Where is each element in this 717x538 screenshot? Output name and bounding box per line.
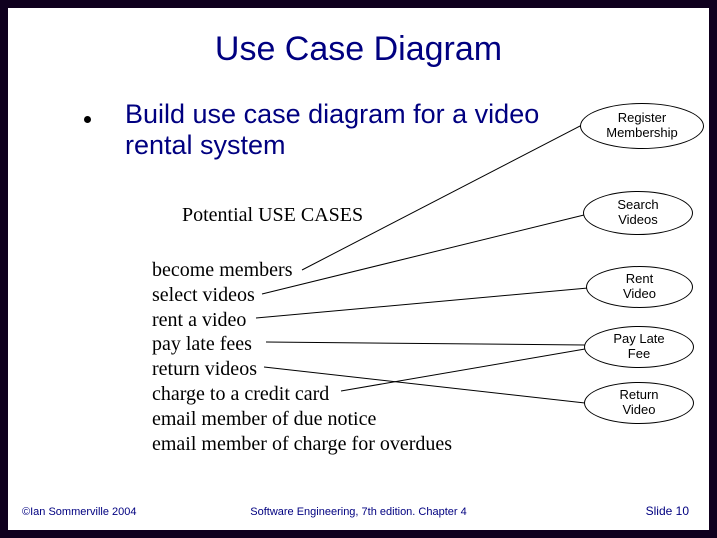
- bubble-line: Return: [619, 387, 658, 402]
- bubble-line: Video: [623, 286, 656, 301]
- bubble-line: Rent: [626, 271, 653, 286]
- list-item: email member of due notice: [152, 407, 452, 432]
- footer-source: Software Engineering, 7th edition. Chapt…: [8, 506, 709, 518]
- footer-slide-number: Slide 10: [646, 504, 689, 518]
- use-case-bubble-search-videos: Search Videos: [583, 191, 693, 235]
- bubble-line: Video: [622, 402, 655, 417]
- bubble-line: Videos: [618, 212, 658, 227]
- list-item: return videos: [152, 357, 452, 382]
- bubble-line: Membership: [606, 125, 678, 140]
- use-case-bubble-return-video: Return Video: [584, 382, 694, 424]
- list-item: pay late fees: [152, 332, 452, 357]
- bullet-icon: [84, 116, 91, 123]
- list-item: become members: [152, 258, 452, 283]
- use-case-bubble-register-membership: Register Membership: [580, 103, 704, 149]
- list-item: email member of charge for overdues: [152, 432, 452, 457]
- bubble-line: Register: [618, 110, 666, 125]
- main-bullet-text: Build use case diagram for a video renta…: [125, 99, 605, 161]
- bubble-line: Search: [617, 197, 658, 212]
- use-case-list: become members select videos rent a vide…: [152, 258, 452, 456]
- subheading: Potential USE CASES: [182, 204, 363, 227]
- use-case-bubble-pay-late-fee: Pay Late Fee: [584, 326, 694, 368]
- list-item: select videos: [152, 283, 452, 308]
- bubble-line: Fee: [628, 346, 650, 361]
- list-item: rent a video: [152, 308, 452, 333]
- use-case-bubble-rent-video: Rent Video: [586, 266, 693, 308]
- slide-title: Use Case Diagram: [8, 30, 709, 69]
- list-item: charge to a credit card: [152, 382, 452, 407]
- bubble-line: Pay Late: [613, 331, 664, 346]
